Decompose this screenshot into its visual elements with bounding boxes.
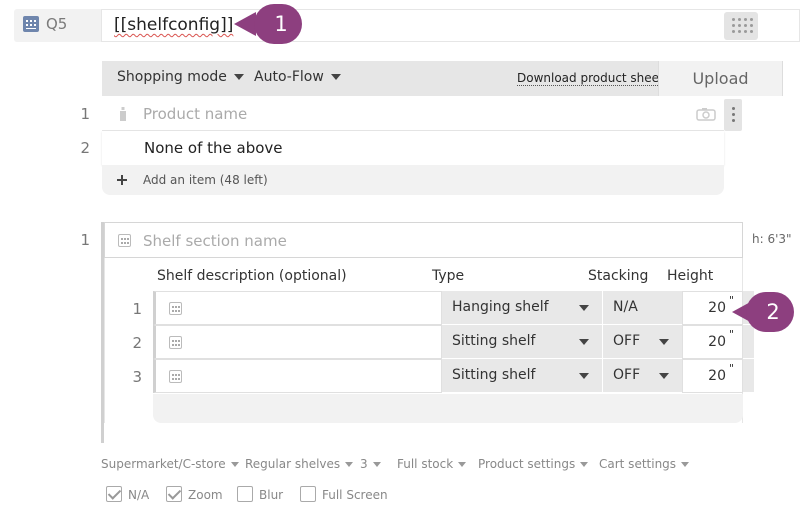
shelf-icon xyxy=(169,302,182,315)
upload-button[interactable]: Upload xyxy=(658,61,783,96)
add-item-label: Add an item (48 left) xyxy=(143,173,268,187)
blur-checkbox[interactable] xyxy=(237,486,253,502)
camera-icon[interactable] xyxy=(696,107,716,121)
shelf-row: Hanging shelf N/A 20 " xyxy=(153,291,754,325)
download-product-sheet-link[interactable]: Download product sheet xyxy=(517,71,664,86)
stacking-value: OFF xyxy=(613,367,641,383)
shelf-type-value: Sitting shelf xyxy=(452,367,536,383)
stacking-select[interactable]: OFF xyxy=(602,325,682,359)
product-name-input[interactable]: Product name xyxy=(143,105,247,123)
cart-settings-label: Cart settings xyxy=(599,457,677,471)
auto-flow-label: Auto-Flow xyxy=(254,69,324,85)
bottle-icon xyxy=(120,107,126,121)
shelf-type-value: Sitting shelf xyxy=(452,333,536,349)
stacking-value: N/A xyxy=(613,299,638,315)
shelf-row-number: 2 xyxy=(132,334,142,352)
height-value: 20 xyxy=(708,334,726,350)
chevron-down-icon xyxy=(659,373,669,379)
add-item-button[interactable]: Add an item (48 left) xyxy=(102,165,724,195)
shelf-row: Sitting shelf OFF 20 " xyxy=(153,325,754,359)
full-screen-checkbox[interactable] xyxy=(300,486,316,502)
shelf-icon xyxy=(118,234,131,247)
chevron-down-icon xyxy=(230,462,239,467)
shopping-mode-dropdown[interactable]: Shopping mode xyxy=(117,69,244,85)
product-row-number: 2 xyxy=(80,139,90,157)
callout-1-number: 1 xyxy=(254,4,302,44)
chevron-down-icon xyxy=(579,305,589,311)
shelf-type-value: Hanging shelf xyxy=(452,299,549,315)
shelf-row-number: 3 xyxy=(132,368,142,386)
product-row[interactable]: Product name xyxy=(102,97,724,131)
stacking-select[interactable]: N/A xyxy=(602,291,682,325)
column-header-stacking: Stacking xyxy=(588,268,649,284)
question-number: Q5 xyxy=(46,15,68,33)
shelf-section-name-field[interactable]: Shelf section name xyxy=(104,222,743,258)
question-title[interactable]: [[shelfconfig]] xyxy=(114,15,233,35)
product-options-icon[interactable] xyxy=(724,99,742,131)
shelf-section-number: 1 xyxy=(80,231,90,249)
plus-icon xyxy=(117,175,127,185)
none-of-the-above-label[interactable]: None of the above xyxy=(144,139,283,157)
stock-label: Full stock xyxy=(397,457,454,471)
shelf-style-dropdown[interactable]: Regular shelves xyxy=(245,457,354,471)
column-header-type: Type xyxy=(432,268,465,284)
na-checkbox[interactable] xyxy=(106,486,122,502)
question-type-icon xyxy=(23,16,39,32)
product-settings-label: Product settings xyxy=(478,457,576,471)
shelf-height-note: h: 6'3" xyxy=(752,232,792,246)
stock-dropdown[interactable]: Full stock xyxy=(397,457,467,471)
shelf-icon xyxy=(169,336,182,349)
shelf-row: Sitting shelf OFF 20 " xyxy=(153,359,754,393)
shelf-description-input[interactable] xyxy=(153,325,442,359)
shelf-row-number: 1 xyxy=(132,300,142,318)
chevron-down-icon xyxy=(372,462,381,467)
shelf-section-name-input[interactable]: Shelf section name xyxy=(143,232,287,250)
shelf-grid-footer xyxy=(153,394,743,423)
callout-1: 1 xyxy=(234,4,302,44)
count-dropdown[interactable]: 3 xyxy=(360,457,381,471)
zoom-checkbox-label: Zoom xyxy=(188,488,223,502)
column-header-description: Shelf description (optional) xyxy=(157,268,347,284)
stacking-select[interactable]: OFF xyxy=(602,359,682,393)
shelf-description-input[interactable] xyxy=(153,291,442,325)
shelf-description-input[interactable] xyxy=(153,359,442,393)
chevron-down-icon xyxy=(580,462,589,467)
blur-checkbox-label: Blur xyxy=(259,488,284,502)
chevron-down-icon xyxy=(579,339,589,345)
zoom-checkbox[interactable] xyxy=(166,486,182,502)
full-screen-checkbox-label: Full Screen xyxy=(322,488,388,502)
product-row[interactable]: None of the above xyxy=(102,131,724,165)
drag-grip-icon[interactable] xyxy=(724,12,758,40)
chevron-down-icon xyxy=(659,339,669,345)
callout-2: 2 xyxy=(732,292,794,332)
store-type-label: Supermarket/C-store xyxy=(101,457,226,471)
stacking-value: OFF xyxy=(613,333,641,349)
shelf-icon xyxy=(169,370,182,383)
callout-2-number: 2 xyxy=(746,292,794,332)
shopping-mode-label: Shopping mode xyxy=(117,69,227,85)
chevron-down-icon xyxy=(330,74,341,80)
cart-settings-dropdown[interactable]: Cart settings xyxy=(599,457,690,471)
shelf-style-label: Regular shelves xyxy=(245,457,341,471)
chevron-down-icon xyxy=(233,74,244,80)
store-type-dropdown[interactable]: Supermarket/C-store xyxy=(101,457,239,471)
chevron-down-icon xyxy=(345,462,354,467)
product-row-number: 1 xyxy=(80,105,90,123)
product-settings-dropdown[interactable]: Product settings xyxy=(478,457,589,471)
height-input[interactable]: 20 " xyxy=(682,359,743,393)
auto-flow-dropdown[interactable]: Auto-Flow xyxy=(254,69,341,85)
column-header-height: Height xyxy=(667,268,714,284)
inch-unit: " xyxy=(728,362,734,375)
height-value: 20 xyxy=(708,368,726,384)
count-label: 3 xyxy=(360,457,368,471)
na-checkbox-label: N/A xyxy=(128,488,150,502)
chevron-down-icon xyxy=(458,462,467,467)
height-value: 20 xyxy=(708,300,726,316)
chevron-down-icon xyxy=(579,373,589,379)
chevron-down-icon xyxy=(681,462,690,467)
